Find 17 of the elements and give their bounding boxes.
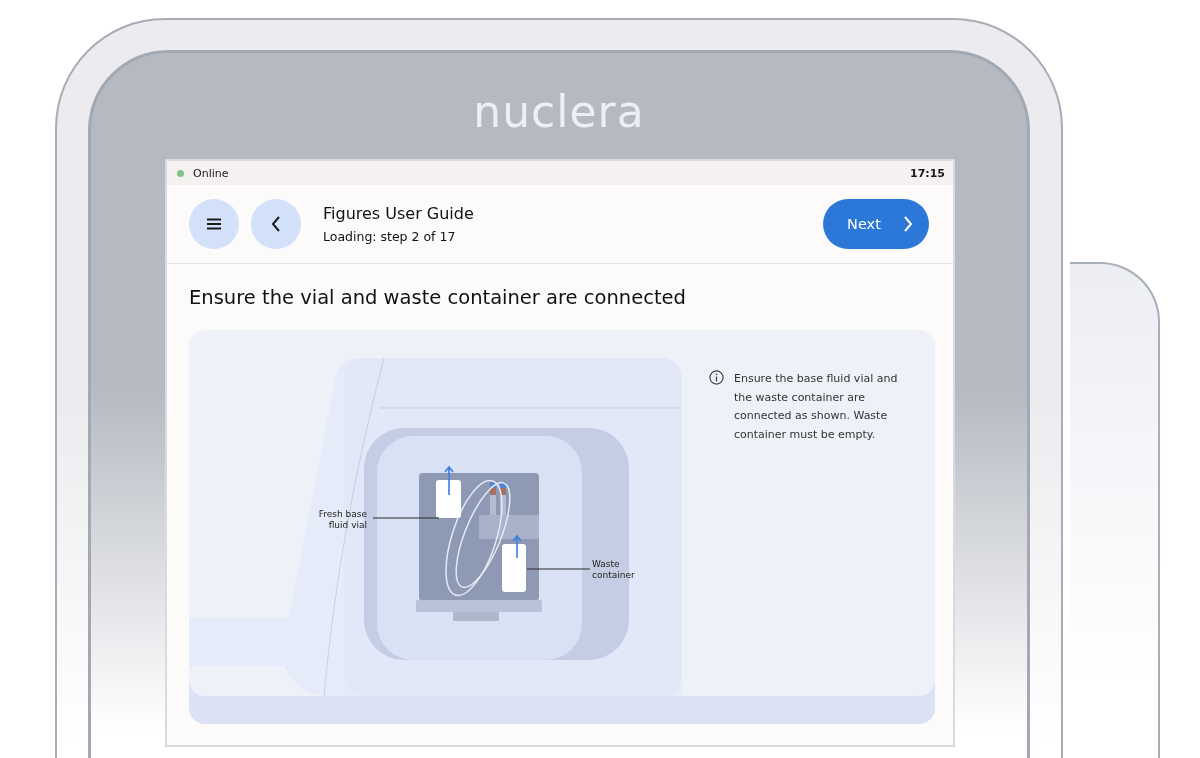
next-button[interactable]: Next	[823, 199, 929, 249]
instruction-text: Ensure the base fluid vial and the waste container are connected as shown. Waste container must be empty.	[734, 371, 899, 443]
leader-line	[372, 517, 440, 519]
menu-button[interactable]	[189, 199, 239, 249]
callout-label: Fresh base fluid vial	[318, 509, 367, 530]
guide-title: Figures User Guide	[323, 204, 474, 223]
callout-label: Waste container	[592, 559, 635, 580]
connection-status: Online	[193, 166, 229, 180]
menu-icon	[206, 218, 222, 230]
brand-logo: nuclera	[472, 87, 646, 137]
chevron-left-icon	[271, 216, 281, 232]
info-icon	[709, 370, 724, 385]
leader-line	[526, 568, 591, 570]
chevron-right-icon	[902, 216, 913, 232]
step-heading: Ensure the vial and waste container are connected	[189, 286, 687, 309]
clock-time: 17:15	[910, 166, 945, 180]
step-subtitle: Loading: step 2 of 17	[323, 229, 457, 244]
